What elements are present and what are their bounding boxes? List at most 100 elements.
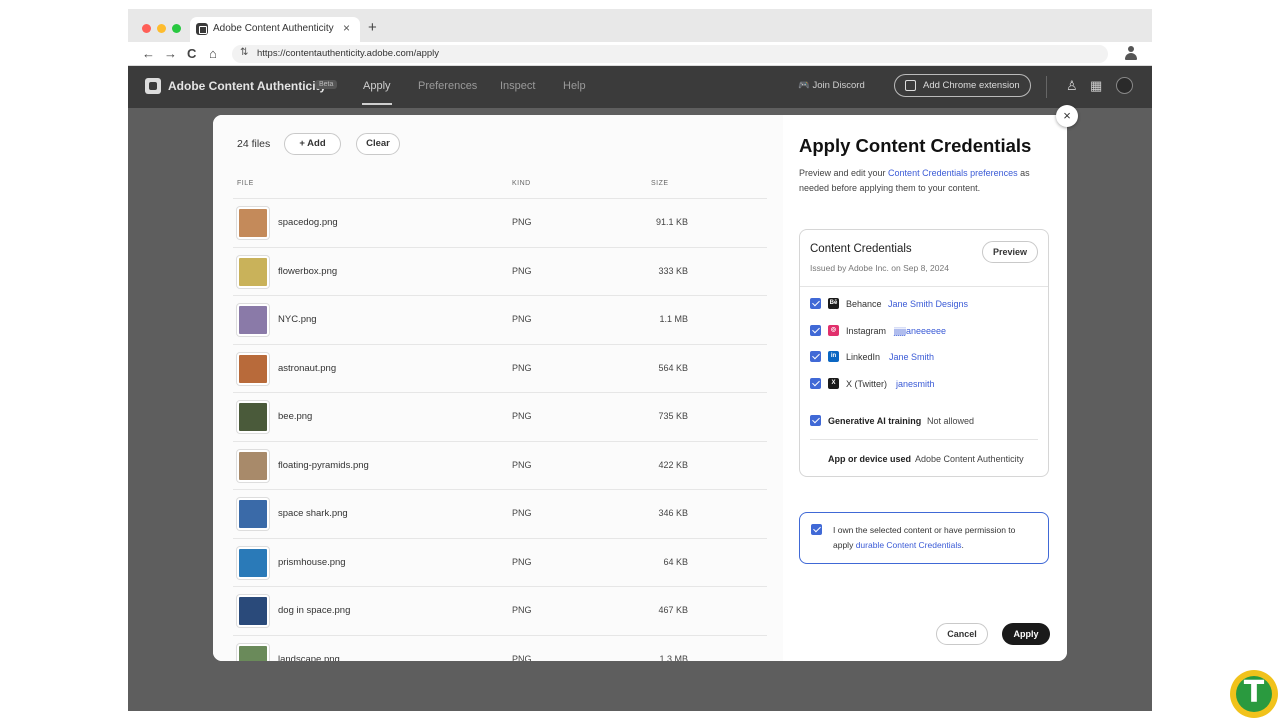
social-handle-link[interactable]: Jane Smith Designs xyxy=(888,299,968,309)
file-name: floating-pyramids.png xyxy=(278,459,369,471)
forward-arrow-icon[interactable]: → xyxy=(164,46,177,61)
genai-checkbox[interactable] xyxy=(810,415,821,426)
file-name: space shark.png xyxy=(278,508,348,519)
file-row[interactable]: floating-pyramids.png PNG 422 KB xyxy=(233,440,767,490)
file-kind: PNG xyxy=(512,362,532,373)
cancel-button[interactable]: Cancel xyxy=(936,623,988,645)
column-header-size[interactable]: SIZE xyxy=(651,180,669,187)
column-header-file[interactable]: FILE xyxy=(237,180,254,187)
column-header-kind[interactable]: KIND xyxy=(512,180,531,187)
file-row[interactable]: NYC.png PNG 1.1 MB xyxy=(233,295,767,344)
nav-inspect[interactable]: Inspect xyxy=(500,80,535,92)
file-size: 1.3 MB xyxy=(659,653,688,662)
preferences-link[interactable]: Content Credentials preferences xyxy=(888,168,1018,178)
file-size: 346 KB xyxy=(658,508,688,518)
account-icon[interactable]: ♙ xyxy=(1066,78,1078,94)
file-row[interactable]: dog in space.png PNG 467 KB xyxy=(233,586,767,635)
social-checkbox[interactable] xyxy=(810,298,821,309)
files-panel: 24 files + Add Clear FILE KIND SIZE spac… xyxy=(213,115,783,661)
user-avatar[interactable] xyxy=(1116,77,1133,94)
reload-icon[interactable]: C xyxy=(187,46,196,61)
file-name: landscape.png xyxy=(278,653,340,662)
clear-files-button[interactable]: Clear xyxy=(356,133,400,155)
file-kind: PNG xyxy=(512,556,532,567)
file-row[interactable]: spacedog.png PNG 91.1 KB xyxy=(233,198,767,247)
file-name: dog in space.png xyxy=(278,605,351,616)
file-size: 64 KB xyxy=(663,556,688,567)
add-files-button[interactable]: + Add xyxy=(284,133,341,155)
file-thumbnail xyxy=(237,255,269,288)
permission-confirmation[interactable]: I own the selected content or have permi… xyxy=(799,512,1049,564)
apply-credentials-modal: 24 files + Add Clear FILE KIND SIZE spac… xyxy=(213,115,1067,661)
browser-profile-icon[interactable] xyxy=(1124,46,1138,61)
file-row[interactable]: bee.png PNG 735 KB xyxy=(233,392,767,441)
back-arrow-icon[interactable]: ← xyxy=(142,46,155,61)
file-row[interactable]: astronaut.png PNG 564 KB xyxy=(233,343,767,393)
brand-logo-badge: T xyxy=(1230,670,1278,718)
file-row[interactable]: space shark.png PNG 346 KB xyxy=(233,489,767,538)
file-kind: PNG xyxy=(512,265,532,276)
app-title: Adobe Content Authenticity xyxy=(168,79,327,93)
site-settings-icon[interactable]: ⇅ xyxy=(240,47,248,58)
adobe-favicon-icon xyxy=(196,23,208,35)
file-row[interactable]: landscape.png PNG 1.3 MB xyxy=(233,634,767,662)
social-handle-link[interactable]: janesmith xyxy=(896,379,935,389)
tab-close-icon[interactable]: × xyxy=(343,21,350,35)
file-kind: PNG xyxy=(512,217,532,227)
file-kind: PNG xyxy=(512,508,532,518)
close-window-dot[interactable] xyxy=(142,24,151,33)
file-kind: PNG xyxy=(512,653,532,662)
file-thumbnail xyxy=(237,304,269,336)
panel-description: Preview and edit your Content Credential… xyxy=(799,168,1030,193)
permission-checkbox[interactable] xyxy=(811,524,822,535)
file-kind: PNG xyxy=(512,411,532,421)
add-chrome-extension-button[interactable]: Add Chrome extension xyxy=(894,74,1031,97)
social-checkbox[interactable] xyxy=(810,351,821,362)
home-icon[interactable]: ⌂ xyxy=(209,46,217,61)
social-platform: Instagram xyxy=(846,325,887,336)
social-checkbox[interactable] xyxy=(810,377,821,389)
permission-text: I own the selected content or have permi… xyxy=(833,525,1016,550)
active-nav-indicator xyxy=(362,103,392,105)
file-name: bee.png xyxy=(278,411,313,422)
file-kind: PNG xyxy=(512,314,532,324)
discord-icon: 🎮 xyxy=(798,80,813,91)
nav-preferences[interactable]: Preferences xyxy=(418,80,477,92)
minimize-window-dot[interactable] xyxy=(157,24,166,33)
brand-logo-glyph: T xyxy=(1243,675,1265,710)
panel-title: Apply Content Credentials xyxy=(799,135,1032,156)
file-row[interactable]: prismhouse.png PNG 64 KB xyxy=(233,537,767,587)
file-thumbnail xyxy=(237,546,269,579)
file-thumbnail xyxy=(237,401,269,433)
nav-help[interactable]: Help xyxy=(563,80,586,92)
modal-close-icon[interactable]: × xyxy=(1056,105,1078,127)
card-title: Content Credentials xyxy=(810,243,912,255)
social-handle-link[interactable]: jjjjjjaneeeeee xyxy=(894,326,946,336)
url-field[interactable]: ⇅ https://contentauthenticity.adobe.com/… xyxy=(232,45,1108,63)
file-size: 333 KB xyxy=(658,265,688,276)
social-platform: Behance xyxy=(846,299,882,309)
header-divider xyxy=(1046,76,1047,98)
file-thumbnail xyxy=(237,352,269,385)
file-name: flowerbox.png xyxy=(278,265,338,277)
apps-grid-icon[interactable]: ▦ xyxy=(1090,78,1102,94)
social-platform: LinkedIn xyxy=(846,352,881,362)
new-tab-button[interactable]: + xyxy=(368,19,377,36)
join-discord-link[interactable]: 🎮 Join Discord xyxy=(798,80,865,91)
content-credentials-card: Content Credentials Issued by Adobe Inc.… xyxy=(799,229,1049,477)
browser-tab[interactable]: Adobe Content Authenticity × xyxy=(190,17,360,42)
nav-apply[interactable]: Apply xyxy=(363,80,391,92)
file-thumbnail xyxy=(237,498,269,530)
maximize-window-dot[interactable] xyxy=(172,24,181,33)
file-name: astronaut.png xyxy=(278,362,337,374)
social-checkbox[interactable] xyxy=(810,324,821,336)
file-row[interactable]: flowerbox.png PNG 333 KB xyxy=(233,246,767,296)
apply-button[interactable]: Apply xyxy=(1002,623,1050,645)
durable-credentials-link[interactable]: durable Content Credentials xyxy=(856,540,962,550)
linkedin-icon: in xyxy=(828,351,839,362)
social-platform: X (Twitter) xyxy=(846,378,888,389)
app-header: Adobe Content Authenticity Beta Apply Pr… xyxy=(128,66,1152,108)
files-count: 24 files xyxy=(237,138,271,150)
preview-button[interactable]: Preview xyxy=(982,241,1038,263)
social-handle-link[interactable]: Jane Smith xyxy=(889,352,934,362)
